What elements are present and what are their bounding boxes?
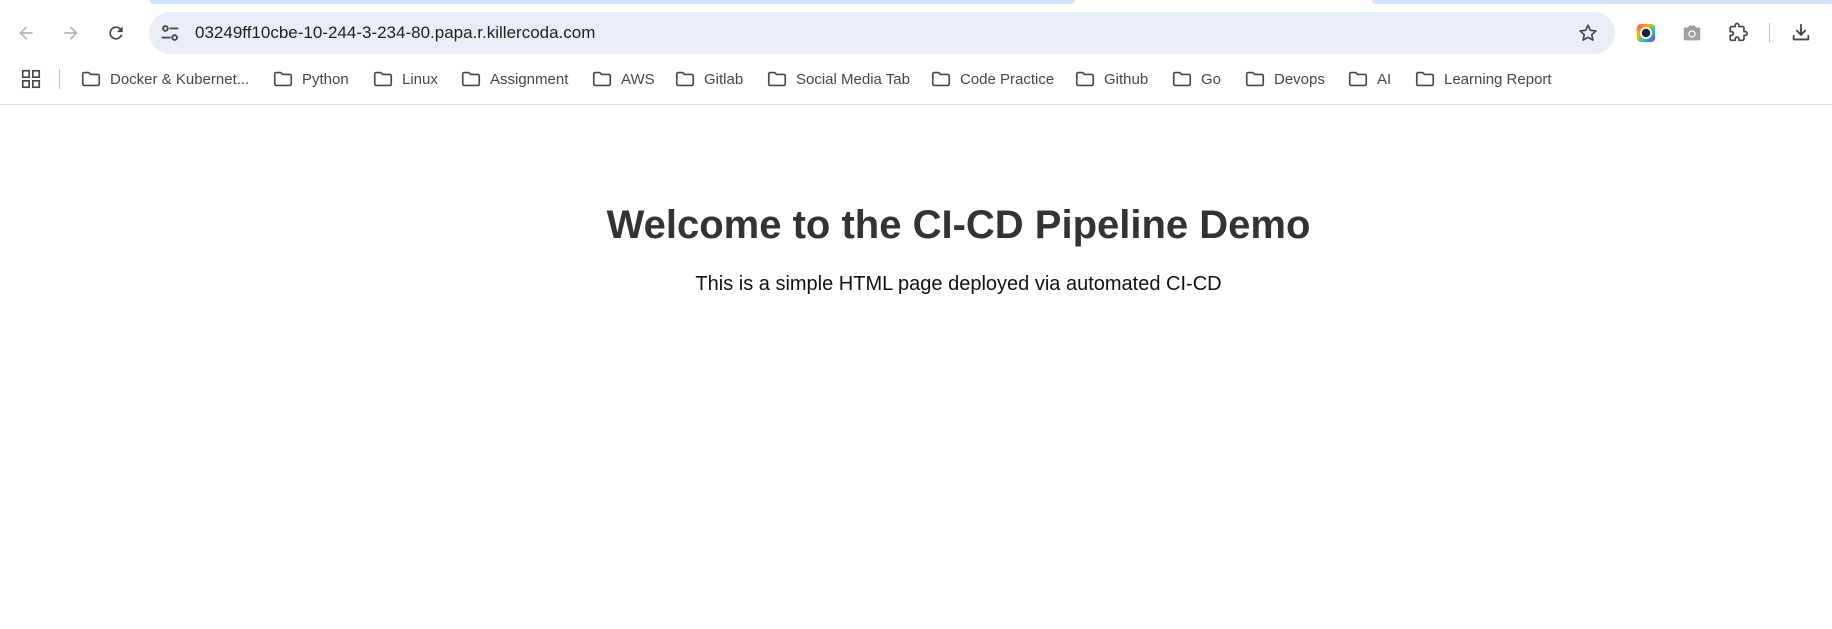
folder-icon — [1172, 71, 1192, 87]
bookmark-label: Devops — [1274, 70, 1325, 88]
arrow-right-icon — [64, 26, 78, 40]
bookmark-folder-code-practice[interactable]: Code Practice — [930, 64, 1054, 94]
bookmark-label: Gitlab — [704, 70, 744, 88]
bookmark-label: Learning Report — [1444, 70, 1552, 88]
bookmark-label: Code Practice — [960, 70, 1055, 88]
bookmark-label: Assignment — [490, 70, 569, 88]
bookmark-label: AI — [1377, 70, 1392, 88]
puzzle-icon — [1729, 22, 1748, 42]
bookmark-folder-social-media[interactable]: Social Media Tab — [766, 64, 910, 94]
folder-icon — [373, 71, 393, 87]
browser-chrome: 03249ff10cbe-10-244-3-234-80.papa.r.kill… — [0, 0, 1832, 105]
bookmark-folder-go[interactable]: Go — [1171, 64, 1221, 94]
bookmark-folder-python[interactable]: Python — [272, 64, 349, 94]
bookmark-folder-github[interactable]: Github — [1074, 64, 1148, 94]
reload-icon — [109, 26, 123, 40]
star-icon[interactable] — [1577, 22, 1599, 44]
bookmark-folder-gitlab[interactable]: Gitlab — [674, 64, 743, 94]
folder-icon — [1348, 71, 1368, 87]
tab-active[interactable] — [150, 0, 1075, 4]
tab-inactive[interactable] — [1372, 0, 1832, 4]
folder-icon — [767, 71, 787, 87]
folder-icon — [931, 71, 951, 87]
bookmark-folder-docker[interactable]: Docker & Kubernet... — [80, 64, 249, 94]
reload-button[interactable] — [100, 17, 132, 49]
back-button[interactable] — [10, 17, 42, 49]
forward-button[interactable] — [55, 17, 87, 49]
toolbar-divider — [1769, 23, 1770, 43]
folder-icon — [273, 71, 293, 87]
bookmark-label: Linux — [402, 70, 438, 88]
address-bar[interactable]: 03249ff10cbe-10-244-3-234-80.papa.r.kill… — [149, 12, 1615, 54]
page-content: Welcome to the CI-CD Pipeline Demo This … — [0, 105, 1832, 629]
bookmark-label: Github — [1104, 70, 1149, 88]
arrow-left-icon — [19, 26, 33, 40]
camera-icon — [1683, 25, 1701, 41]
toolbar: 03249ff10cbe-10-244-3-234-80.papa.r.kill… — [0, 11, 1832, 55]
bookmark-folder-aws[interactable]: AWS — [591, 64, 655, 94]
bookmark-label: Go — [1201, 70, 1222, 88]
bookmark-folder-ai[interactable]: AI — [1347, 64, 1391, 94]
folder-icon — [675, 71, 695, 87]
tab-strip — [0, 0, 1832, 5]
bookmarks-bar: Docker & Kubernet... Python Linux Assign… — [0, 64, 1832, 94]
page-description: This is a simple HTML page deployed via … — [695, 273, 1222, 295]
bookmark-folder-learning-report[interactable]: Learning Report — [1414, 64, 1552, 94]
bookmark-folder-assignment[interactable]: Assignment — [460, 64, 568, 94]
color-picker-extension-button[interactable] — [1634, 21, 1658, 45]
color-picker-icon — [1636, 23, 1656, 43]
bookmarks-divider — [59, 69, 60, 89]
bookmark-label: Social Media Tab — [796, 70, 910, 88]
bookmark-folder-linux[interactable]: Linux — [372, 64, 438, 94]
bookmark-label: AWS — [621, 70, 655, 88]
extensions-button[interactable] — [1726, 21, 1750, 45]
folder-icon — [1415, 71, 1435, 87]
camera-extension-button[interactable] — [1680, 21, 1704, 45]
folder-icon — [592, 71, 612, 87]
apps-grid-icon[interactable] — [20, 68, 42, 90]
downloads-button[interactable] — [1789, 21, 1813, 45]
url-text[interactable]: 03249ff10cbe-10-244-3-234-80.papa.r.kill… — [195, 23, 595, 43]
folder-icon — [461, 71, 481, 87]
page-heading: Welcome to the CI-CD Pipeline Demo — [606, 203, 1311, 247]
bookmark-label: Docker & Kubernet... — [110, 70, 250, 88]
tune-icon[interactable] — [159, 22, 181, 44]
folder-icon — [81, 71, 101, 87]
bookmark-folder-devops[interactable]: Devops — [1244, 64, 1325, 94]
folder-icon — [1245, 71, 1265, 87]
folder-icon — [1075, 71, 1095, 87]
bookmark-label: Python — [302, 70, 349, 88]
download-icon — [1792, 23, 1810, 41]
